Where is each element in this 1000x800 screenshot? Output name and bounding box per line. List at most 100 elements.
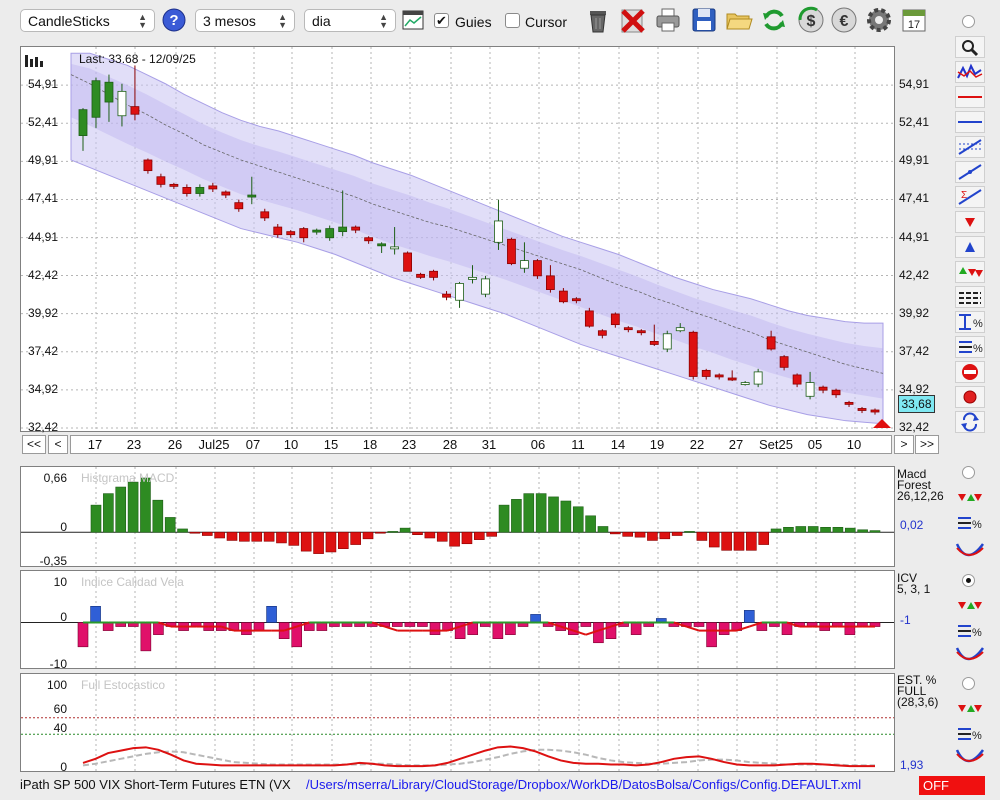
icv-bar	[241, 622, 252, 635]
stoch-title: Full Estocastico	[81, 678, 166, 692]
radio-macd[interactable]	[962, 466, 975, 479]
candle-body	[766, 336, 776, 350]
icv-bar	[266, 605, 277, 623]
trash-icon[interactable]	[584, 6, 612, 34]
help-icon[interactable]: ?	[162, 8, 186, 32]
print-icon[interactable]	[654, 6, 682, 34]
candle-body	[195, 187, 205, 194]
stoch-ytick: 40	[53, 721, 67, 735]
candle-body	[688, 331, 698, 377]
macd-bar	[300, 531, 312, 552]
main-ytick-right: 42,42	[899, 267, 930, 282]
curve-icon[interactable]	[955, 746, 985, 766]
x-axis-label: 14	[610, 437, 626, 452]
trend-line-icon[interactable]	[955, 161, 985, 183]
off-indicator[interactable]: OFF	[919, 776, 985, 795]
cursor-label: Cursor	[525, 14, 568, 30]
percent-lines-icon[interactable]: %	[955, 724, 985, 744]
sell-arrow-icon[interactable]	[955, 211, 985, 233]
main-ytick-right: 54,91	[899, 77, 930, 92]
macd-panel: Histgrama MACD	[20, 466, 895, 567]
candle-body	[805, 382, 815, 397]
main-ytick-right: 47,41	[899, 191, 930, 206]
buy-arrow-icon[interactable]	[955, 236, 985, 258]
icv-bar	[90, 605, 101, 623]
horizontal-line-red-icon[interactable]	[955, 86, 985, 108]
chart-type-select[interactable]: CandleSticks ▲ ▼	[20, 9, 155, 32]
x-axis-label: 28	[442, 437, 458, 452]
horizontal-line-blue-icon[interactable]	[955, 111, 985, 133]
candle-body	[429, 270, 438, 278]
radio-main[interactable]	[962, 15, 975, 28]
macd-bar	[610, 531, 621, 535]
curve-icon[interactable]	[955, 540, 985, 560]
percent-lines-icon[interactable]: %	[955, 621, 985, 641]
x-axis-label: 26	[167, 437, 183, 452]
bar-chart-icon[interactable]	[25, 53, 45, 72]
grid-lines-icon[interactable]	[955, 286, 985, 308]
gear-icon[interactable]	[865, 6, 893, 34]
no-entry-icon[interactable]	[955, 361, 985, 383]
indicator-chart-icon[interactable]	[955, 61, 985, 83]
percent-range-icon[interactable]: %	[955, 311, 985, 333]
buy-sell-arrows-icon[interactable]	[955, 488, 985, 508]
macd-bar	[647, 531, 658, 541]
buy-sell-arrows-icon[interactable]	[955, 699, 985, 719]
macd-bar	[572, 506, 584, 533]
icv-bar	[492, 622, 504, 640]
record-icon[interactable]	[955, 386, 985, 408]
macd-bar	[461, 531, 473, 545]
macd-value: 0,02	[900, 518, 924, 532]
chart-window-icon[interactable]	[402, 10, 424, 30]
candle-body	[468, 276, 477, 280]
radio-icv[interactable]	[962, 574, 975, 587]
candle-body	[286, 231, 296, 236]
swap-icon[interactable]	[955, 411, 985, 433]
candle-body	[714, 374, 724, 378]
cursor-checkbox[interactable]	[505, 13, 520, 28]
buy-sell-arrows-icon[interactable]	[955, 261, 985, 283]
interval-select[interactable]: dia ▲ ▼	[304, 9, 396, 32]
save-disk-icon[interactable]	[690, 6, 718, 34]
nav-prev-button[interactable]: <	[48, 435, 68, 454]
open-folder-icon[interactable]	[725, 6, 753, 34]
percent-lines-icon[interactable]: %	[955, 513, 985, 533]
icv-bar	[429, 622, 441, 635]
stoch-ytick: 60	[53, 702, 67, 716]
macd-bar	[325, 531, 337, 553]
buy-sell-arrows-icon[interactable]	[955, 596, 985, 616]
guies-checkbox[interactable]: ✔	[434, 13, 449, 28]
refresh-icon[interactable]	[760, 6, 788, 34]
candle-body	[78, 109, 88, 136]
currency-dollar-icon[interactable]: $	[797, 6, 825, 34]
chevron-updown-icon: ▲ ▼	[138, 11, 147, 30]
macd-bar	[226, 531, 238, 541]
macd-bar	[857, 529, 868, 533]
calendar-icon[interactable]: 17	[900, 6, 928, 34]
candle-body	[442, 293, 451, 298]
candle-body	[104, 81, 114, 103]
macd-ytick: 0	[60, 520, 67, 534]
macd-bar	[152, 499, 164, 533]
delete-x-icon[interactable]	[619, 6, 647, 34]
curve-icon[interactable]	[955, 644, 985, 664]
percent-lines-icon[interactable]: %	[955, 336, 985, 358]
candle-body	[533, 260, 542, 277]
nav-last-button[interactable]: >>	[915, 435, 939, 454]
nav-next-button[interactable]: >	[894, 435, 914, 454]
nav-first-button[interactable]: <<	[22, 435, 46, 454]
zoom-icon[interactable]	[955, 36, 985, 58]
currency-euro-icon[interactable]: €	[830, 6, 858, 34]
macd-bar	[869, 530, 881, 533]
macd-bar	[832, 527, 844, 533]
config-path[interactable]: /Users/mserra/Library/CloudStorage/Dropb…	[306, 777, 861, 792]
macd-bar	[140, 477, 151, 533]
radio-stoch[interactable]	[962, 677, 975, 690]
candlestick-chart[interactable]	[21, 47, 894, 431]
period-select[interactable]: 3 mesos ▲ ▼	[195, 9, 295, 32]
macd-bar	[449, 531, 460, 547]
sigma-line-icon[interactable]: Σ	[955, 186, 985, 208]
fibonacci-icon[interactable]	[955, 136, 985, 158]
macd-bar	[733, 531, 745, 551]
macd-bar	[412, 531, 423, 536]
